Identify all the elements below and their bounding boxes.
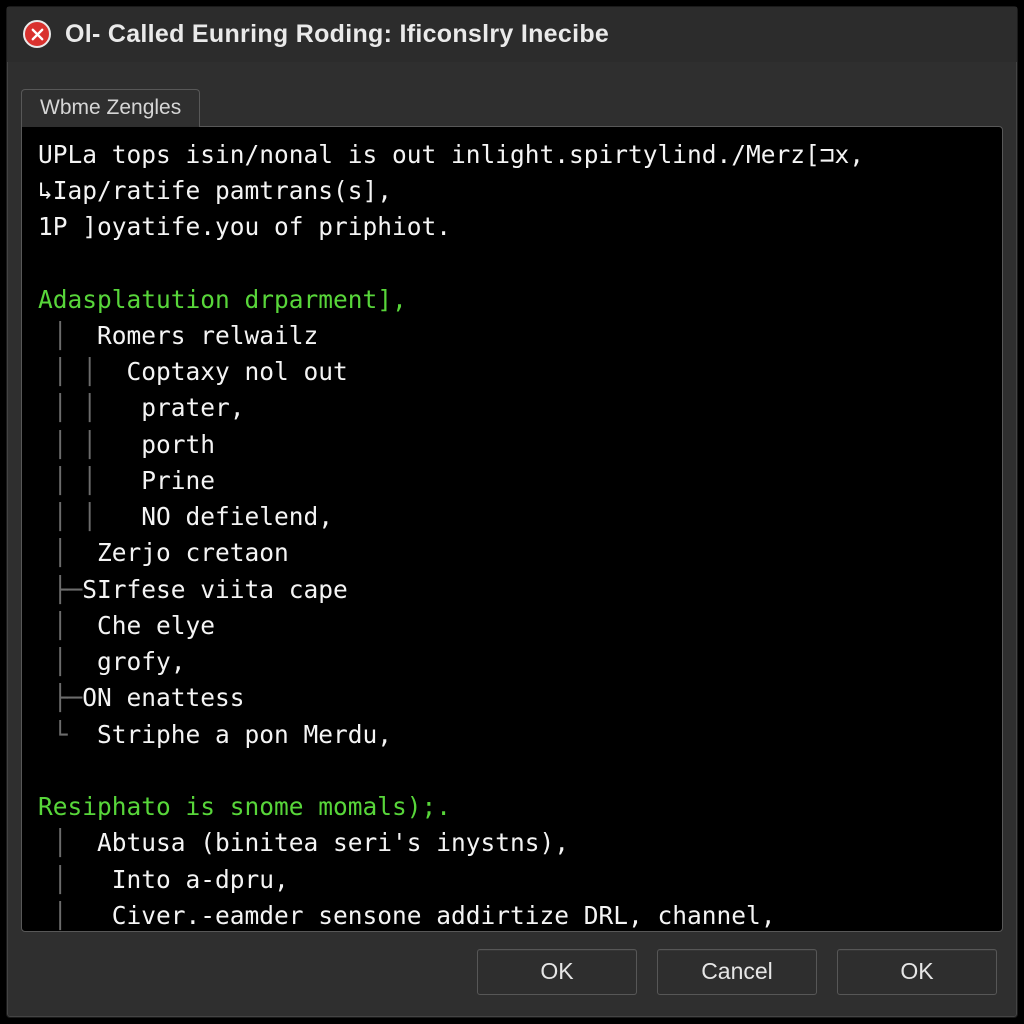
tree-guide: │ — [38, 828, 97, 857]
cancel-button[interactable]: Cancel — [657, 949, 817, 995]
tree-guide: ├─ — [38, 683, 82, 712]
tree-guide: │ — [38, 647, 97, 676]
tab-strip: Wbme Zengles — [7, 62, 1017, 126]
tree-guide: │ │ — [38, 357, 127, 386]
tree-item: SIrfese viita cape — [82, 575, 348, 604]
section-header: Resiphato is snome momals);. — [38, 792, 451, 821]
tree-item: Abtusa (binitea seri's inystns), — [97, 828, 569, 857]
tree-guide: │ — [38, 901, 112, 930]
error-icon — [23, 20, 51, 48]
tree-item: Zerjo cretaon — [97, 538, 289, 567]
dialog-title: Ol- Called Eunring Roding: Ificonslry In… — [65, 20, 609, 49]
tree-guide: │ │ — [38, 502, 141, 531]
tree-item: Romers relwailz — [97, 321, 318, 350]
tree-item: ON enattess — [82, 683, 244, 712]
tree-item: Civer.-eamder sensone addirtize DRL, cha… — [112, 901, 776, 930]
tree-guide: │ — [38, 611, 97, 640]
tree-guide: │ — [38, 538, 97, 567]
error-dialog: Ol- Called Eunring Roding: Ificonslry In… — [6, 6, 1018, 1018]
tree-guide: │ │ — [38, 430, 141, 459]
tree-item: grofy, — [97, 647, 186, 676]
tree-item: Che elye — [97, 611, 215, 640]
tree-item: Coptaxy nol out — [127, 357, 348, 386]
tree-item: NO defielend, — [141, 502, 333, 531]
ok-button-secondary[interactable]: OK — [837, 949, 997, 995]
tree-item: prater, — [141, 393, 244, 422]
term-line: 1P ]oyatife.you of priphiot. — [38, 212, 451, 241]
tree-guide: ├─ — [38, 575, 82, 604]
titlebar: Ol- Called Eunring Roding: Ificonslry In… — [7, 7, 1017, 62]
tree-guide: │ — [38, 321, 97, 350]
tree-item: porth — [141, 430, 215, 459]
content-frame: UPLa tops isin/nonal is out inlight.spir… — [21, 126, 1003, 933]
ok-button[interactable]: OK — [477, 949, 637, 995]
tree-item: Into a-dpru, — [112, 865, 289, 894]
tree-guide: │ — [38, 865, 112, 894]
section-header: Adasplatution drparment], — [38, 285, 407, 314]
tree-guide: │ │ — [38, 466, 141, 495]
tree-item: Striphe a pon Merdu, — [97, 720, 392, 749]
terminal-output: UPLa tops isin/nonal is out inlight.spir… — [38, 137, 986, 933]
tree-item: Prine — [141, 466, 215, 495]
term-line: ↳Iap/ratife pamtrans(s], — [38, 176, 392, 205]
term-line: UPLa tops isin/nonal is out inlight.spir… — [38, 140, 864, 169]
tree-guide: └ — [38, 720, 97, 749]
tree-guide: │ │ — [38, 393, 141, 422]
tab-wbme-zengles[interactable]: Wbme Zengles — [21, 89, 200, 127]
button-row: OK Cancel OK — [7, 946, 1017, 1017]
